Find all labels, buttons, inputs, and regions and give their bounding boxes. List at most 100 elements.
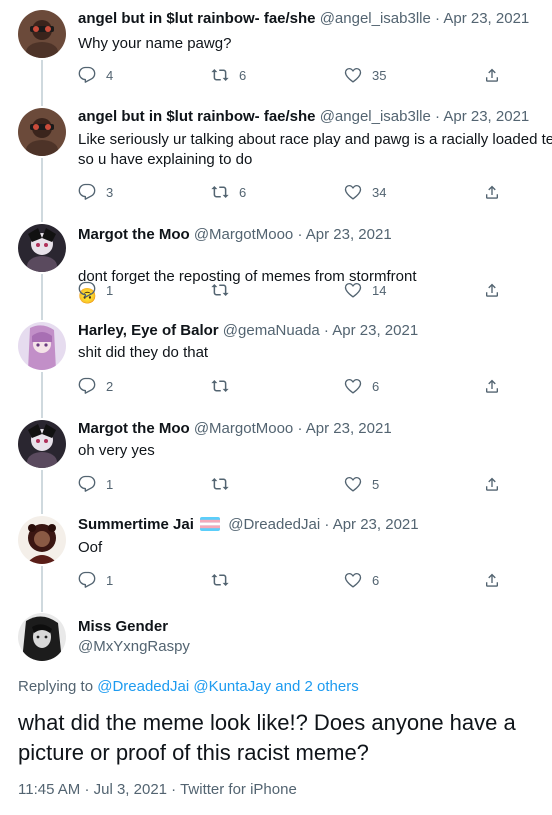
heart-icon: [344, 571, 362, 589]
author-name[interactable]: Summertime Jai: [78, 516, 194, 533]
tweet-actions: 1 14: [78, 280, 518, 300]
tweet-actions: 4 6 35: [78, 65, 518, 85]
like-button[interactable]: 6: [344, 376, 379, 396]
tweet-date[interactable]: Apr 23, 2021: [443, 10, 529, 27]
tweet-source[interactable]: Twitter for iPhone: [180, 781, 297, 798]
share-button[interactable]: [483, 376, 501, 396]
like-button[interactable]: 5: [344, 474, 379, 494]
tweet-text: Oof: [78, 539, 103, 556]
author-handle[interactable]: @DreadedJai: [228, 516, 320, 533]
tweet-date[interactable]: Apr 23, 2021: [443, 108, 529, 125]
tweet-actions: 2 6: [78, 376, 518, 396]
retweet-button[interactable]: [211, 474, 239, 494]
like-count: 35: [372, 67, 387, 83]
avatar[interactable]: [18, 516, 66, 564]
share-button[interactable]: [483, 182, 501, 202]
replying-and[interactable]: and: [275, 678, 300, 695]
retweet-icon: [211, 571, 229, 589]
author-name[interactable]: angel but in $lut rainbow- fae/she: [78, 10, 316, 27]
tweet-header: angel but in $lut rainbow- fae/she @ange…: [78, 9, 529, 29]
heart-icon: [344, 66, 362, 84]
heart-icon: [344, 281, 362, 299]
trans-flag-icon: [200, 517, 221, 531]
reply-button[interactable]: 1: [78, 570, 113, 590]
like-button[interactable]: 14: [344, 280, 386, 300]
author-handle[interactable]: @MargotMooo: [194, 420, 293, 437]
avatar[interactable]: [18, 224, 66, 272]
tweet-text: Like seriously ur talking about race pla…: [78, 131, 552, 168]
reply-button[interactable]: 3: [78, 182, 113, 202]
heart-icon: [344, 377, 362, 395]
like-button[interactable]: 34: [344, 182, 386, 202]
tweet[interactable]: Harley, Eye of Balor @gemaNuada · Apr 23…: [0, 316, 552, 414]
retweet-icon: [211, 281, 229, 299]
reply-icon: [78, 183, 96, 201]
tweet-date[interactable]: Apr 23, 2021: [332, 322, 418, 339]
like-count: 6: [372, 572, 380, 588]
author-handle[interactable]: @angel_isab3lle: [320, 108, 431, 125]
tweet-date[interactable]: Apr 23, 2021: [333, 516, 419, 533]
share-button[interactable]: [483, 570, 501, 590]
retweet-button[interactable]: [211, 570, 239, 590]
tweet-header: Summertime Jai @DreadedJai · Apr 23, 202…: [78, 515, 419, 535]
separator: ·: [324, 516, 330, 533]
share-button[interactable]: [483, 474, 501, 494]
separator: ·: [435, 10, 441, 27]
tweet-date[interactable]: Apr 23, 2021: [306, 226, 392, 243]
retweet-icon: [211, 377, 229, 395]
like-count: 14: [372, 282, 387, 298]
reply-button[interactable]: 1: [78, 474, 113, 494]
author-handle[interactable]: @gemaNuada: [223, 322, 320, 339]
retweet-icon: [211, 475, 229, 493]
tweet-header: Margot the Moo @MargotMooo · Apr 23, 202…: [78, 225, 392, 245]
share-button[interactable]: [483, 280, 501, 300]
like-button[interactable]: 35: [344, 65, 386, 85]
reply-button[interactable]: 4: [78, 65, 113, 85]
like-count: 5: [372, 476, 380, 492]
share-icon: [483, 571, 501, 589]
tweet-text: Why your name pawg?: [78, 35, 232, 52]
reply-button[interactable]: 1: [78, 280, 113, 300]
avatar[interactable]: [18, 10, 66, 58]
avatar[interactable]: [18, 613, 66, 661]
retweet-button[interactable]: 6: [211, 182, 246, 202]
separator: ·: [84, 781, 90, 798]
tweet[interactable]: Summertime Jai @DreadedJai · Apr 23, 202…: [0, 510, 552, 608]
avatar[interactable]: [18, 108, 66, 156]
separator: ·: [323, 322, 329, 339]
author-handle[interactable]: @angel_isab3lle: [320, 10, 431, 27]
author-name[interactable]: angel but in $lut rainbow- fae/she: [78, 108, 316, 125]
tweet[interactable]: Margot the Moo @MargotMooo · Apr 23, 202…: [0, 218, 552, 316]
tweet-text: shit did they do that: [78, 344, 209, 361]
reply-count: 4: [106, 67, 114, 83]
retweet-button[interactable]: [211, 280, 239, 300]
share-button[interactable]: [483, 65, 501, 85]
author-name[interactable]: Margot the Moo: [78, 420, 190, 437]
replying-to: Replying to @DreadedJai @KuntaJay and 2 …: [18, 677, 359, 697]
mention-link[interactable]: @DreadedJai: [97, 678, 189, 695]
tweet[interactable]: Margot the Moo @MargotMooo · Apr 23, 202…: [0, 414, 552, 510]
retweet-count: 6: [239, 184, 247, 200]
author-handle[interactable]: @MxYxngRaspy: [78, 637, 190, 657]
retweet-icon: [211, 183, 229, 201]
author-name[interactable]: Harley, Eye of Balor: [78, 322, 219, 339]
avatar[interactable]: [18, 322, 66, 370]
tweet[interactable]: angel but in $lut rainbow- fae/she @ange…: [0, 0, 552, 100]
reply-icon: [78, 66, 96, 84]
author-name[interactable]: Margot the Moo: [78, 226, 190, 243]
like-button[interactable]: 6: [344, 570, 379, 590]
reply-icon: [78, 475, 96, 493]
retweet-button[interactable]: [211, 376, 239, 396]
others-link[interactable]: 2 others: [305, 678, 359, 695]
reply-count: 1: [106, 476, 114, 492]
tweet-date[interactable]: Jul 3, 2021: [94, 781, 167, 798]
tweet[interactable]: angel but in $lut rainbow- fae/she @ange…: [0, 100, 552, 218]
tweet-time[interactable]: 11:45 AM: [18, 781, 80, 798]
mention-link[interactable]: @KuntaJay: [193, 678, 271, 695]
author-handle[interactable]: @MargotMooo: [194, 226, 293, 243]
tweet-date[interactable]: Apr 23, 2021: [306, 420, 392, 437]
avatar[interactable]: [18, 420, 66, 468]
retweet-button[interactable]: 6: [211, 65, 246, 85]
reply-button[interactable]: 2: [78, 376, 113, 396]
author-name[interactable]: Miss Gender: [78, 617, 168, 637]
